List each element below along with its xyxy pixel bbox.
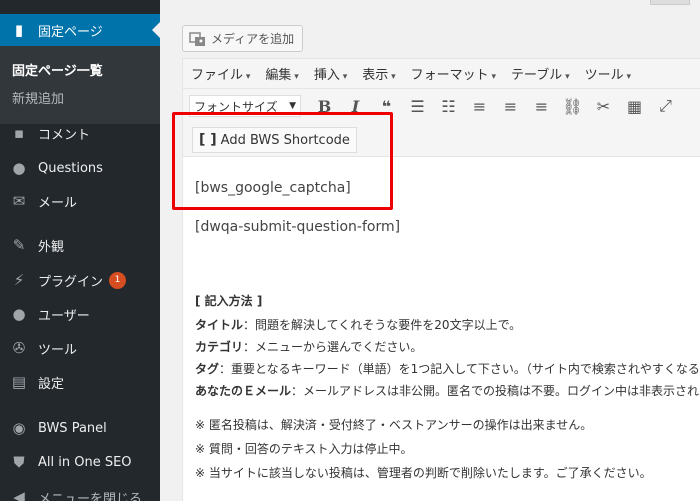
add-media-label: メディアを追加: [211, 32, 295, 46]
collapse-menu-button[interactable]: ◀ メニューを閉じる: [0, 481, 160, 501]
highlight-annotation-box: [172, 112, 393, 210]
add-media-button[interactable]: メディアを追加: [182, 25, 304, 52]
sidebar-item-label: 設定: [38, 376, 65, 392]
sidebar-item-all-in-one-seo[interactable]: ⛊ All in One SEO: [0, 446, 160, 478]
sidebar-top-edge: [0, 0, 160, 6]
table-icon[interactable]: ▦: [619, 97, 650, 116]
align-center-icon[interactable]: ≡: [495, 97, 526, 116]
appearance-icon: ✎: [12, 236, 26, 254]
sidebar-item-label: Questions: [38, 160, 103, 176]
note-line: ※ 質問・回答のテキスト入力は停止中。: [195, 442, 413, 456]
menu-format[interactable]: フォーマット: [411, 64, 496, 83]
question-icon: ●: [12, 159, 26, 177]
user-icon: ●: [12, 305, 26, 323]
note-line: ※ 匿名投稿は、解決済・受付終了・ベストアンサーの操作は出来ません。: [195, 418, 593, 432]
guide-label: タグ: [195, 362, 220, 376]
collapse-icon: ◀: [13, 488, 25, 501]
sidebar-item-plugins[interactable]: ⚡ プラグイン 1: [0, 264, 160, 296]
sidebar-item-label: メール: [38, 195, 78, 211]
submenu-add-new[interactable]: 新規追加: [12, 88, 64, 107]
sidebar-item-tools[interactable]: ✇ ツール: [0, 332, 160, 364]
guide-line-category: カテゴリ：メニューから選んでください。: [195, 338, 422, 355]
guide-title: [ 記入方法 ]: [195, 294, 263, 308]
guide-line-title: タイトル：問題を解決してくれそうな要件を20文字以上で。: [195, 316, 521, 333]
sidebar-item-label: メニューを閉じる: [38, 491, 143, 501]
note-line: ※ 当サイトに該当しない投稿は、管理者の判断で削除いたします。ご了承ください。: [195, 466, 652, 480]
bws-icon: ◉: [12, 419, 26, 437]
guide-label: あなたのＥメール: [195, 384, 292, 398]
sidebar-item-mail[interactable]: ✉ メール: [0, 185, 160, 217]
guide-text: ：メニューから選んでください。: [243, 340, 423, 354]
admin-sidebar: ▮ 固定ページ 固定ページ一覧 新規追加 ▪ コメント ● Questions …: [0, 0, 160, 501]
fullscreen-icon[interactable]: ⤢: [650, 96, 681, 116]
top-tab-edge: [650, 0, 690, 5]
sidebar-item-label: 外観: [38, 239, 65, 255]
pages-icon: ▮: [14, 21, 24, 39]
align-right-icon[interactable]: ≡: [526, 97, 557, 116]
sidebar-item-users[interactable]: ● ユーザー: [0, 298, 160, 330]
media-icon: [189, 31, 207, 47]
comment-icon: ▪: [13, 124, 25, 142]
unlink-icon[interactable]: ✂: [588, 97, 619, 116]
settings-icon: ▤: [11, 373, 27, 391]
menu-table[interactable]: テーブル: [511, 64, 570, 83]
guide-text: ：重要となるキーワード（単語）を1つ記入して下さい。（サイト内で検索されやすくな…: [219, 362, 700, 376]
pages-submenu: 固定ページ一覧 新規追加: [0, 46, 160, 124]
menu-edit[interactable]: 編集: [265, 64, 298, 83]
guide-line-email: あなたのＥメール：メールアドレスは非公開。匿名での投稿は不要。ログイン中は非表示…: [195, 382, 699, 399]
guide-label: タイトル: [195, 318, 244, 332]
seo-shield-icon: ⛊: [13, 453, 25, 471]
sidebar-item-comments[interactable]: ▪ コメント: [0, 117, 160, 149]
sidebar-item-settings[interactable]: ▤ 設定: [0, 366, 160, 398]
align-left-icon[interactable]: ≡: [464, 97, 495, 116]
mail-icon: ✉: [12, 192, 26, 210]
sidebar-item-label: ツール: [38, 342, 78, 358]
sidebar-item-label: 固定ページ: [38, 24, 103, 40]
sidebar-item-label: ユーザー: [38, 308, 90, 324]
submenu-all-pages[interactable]: 固定ページ一覧: [12, 60, 103, 79]
sidebar-item-label: All in One SEO: [38, 454, 132, 470]
menu-tools[interactable]: ツール: [585, 64, 631, 83]
numbered-list-icon[interactable]: ☷: [433, 97, 464, 116]
sidebar-item-label: プラグイン: [38, 274, 104, 290]
shortcode-question-form: [dwqa-submit-question-form]: [195, 219, 401, 235]
guide-label: カテゴリ: [195, 340, 244, 354]
bullet-list-icon[interactable]: ☰: [402, 97, 433, 116]
sidebar-item-label: コメント: [38, 127, 91, 143]
guide-line-tag: タグ：重要となるキーワード（単語）を1つ記入して下さい。（サイト内で検索されやす…: [195, 360, 700, 377]
link-icon[interactable]: ⛓: [557, 97, 588, 116]
guide-text: ：問題を解決してくれそうな要件を20文字以上で。: [243, 318, 522, 332]
update-count-badge: 1: [109, 271, 127, 289]
menu-insert[interactable]: 挿入: [314, 64, 347, 83]
editor-menubar: ファイル 編集 挿入 表示 フォーマット テーブル ツール: [183, 59, 700, 89]
plugin-icon: ⚡: [13, 271, 25, 289]
main-content: メディアを追加 ファイル 編集 挿入 表示 フォーマット テーブル ツール フォ…: [160, 0, 700, 501]
sidebar-item-label: BWS Panel: [38, 420, 107, 436]
sidebar-item-appearance[interactable]: ✎ 外観: [0, 229, 160, 261]
sidebar-item-questions[interactable]: ● Questions: [0, 152, 160, 184]
menu-view[interactable]: 表示: [362, 64, 395, 83]
tools-icon: ✇: [12, 339, 26, 357]
sidebar-item-bws-panel[interactable]: ◉ BWS Panel: [0, 412, 160, 444]
menu-file[interactable]: ファイル: [191, 64, 250, 83]
guide-text: ：メールアドレスは非公開。匿名での投稿は不要。ログイン中は非表示され: [291, 384, 700, 398]
sidebar-item-pages[interactable]: ▮ 固定ページ: [0, 14, 160, 46]
chevron-down-icon: ▼: [289, 101, 296, 111]
